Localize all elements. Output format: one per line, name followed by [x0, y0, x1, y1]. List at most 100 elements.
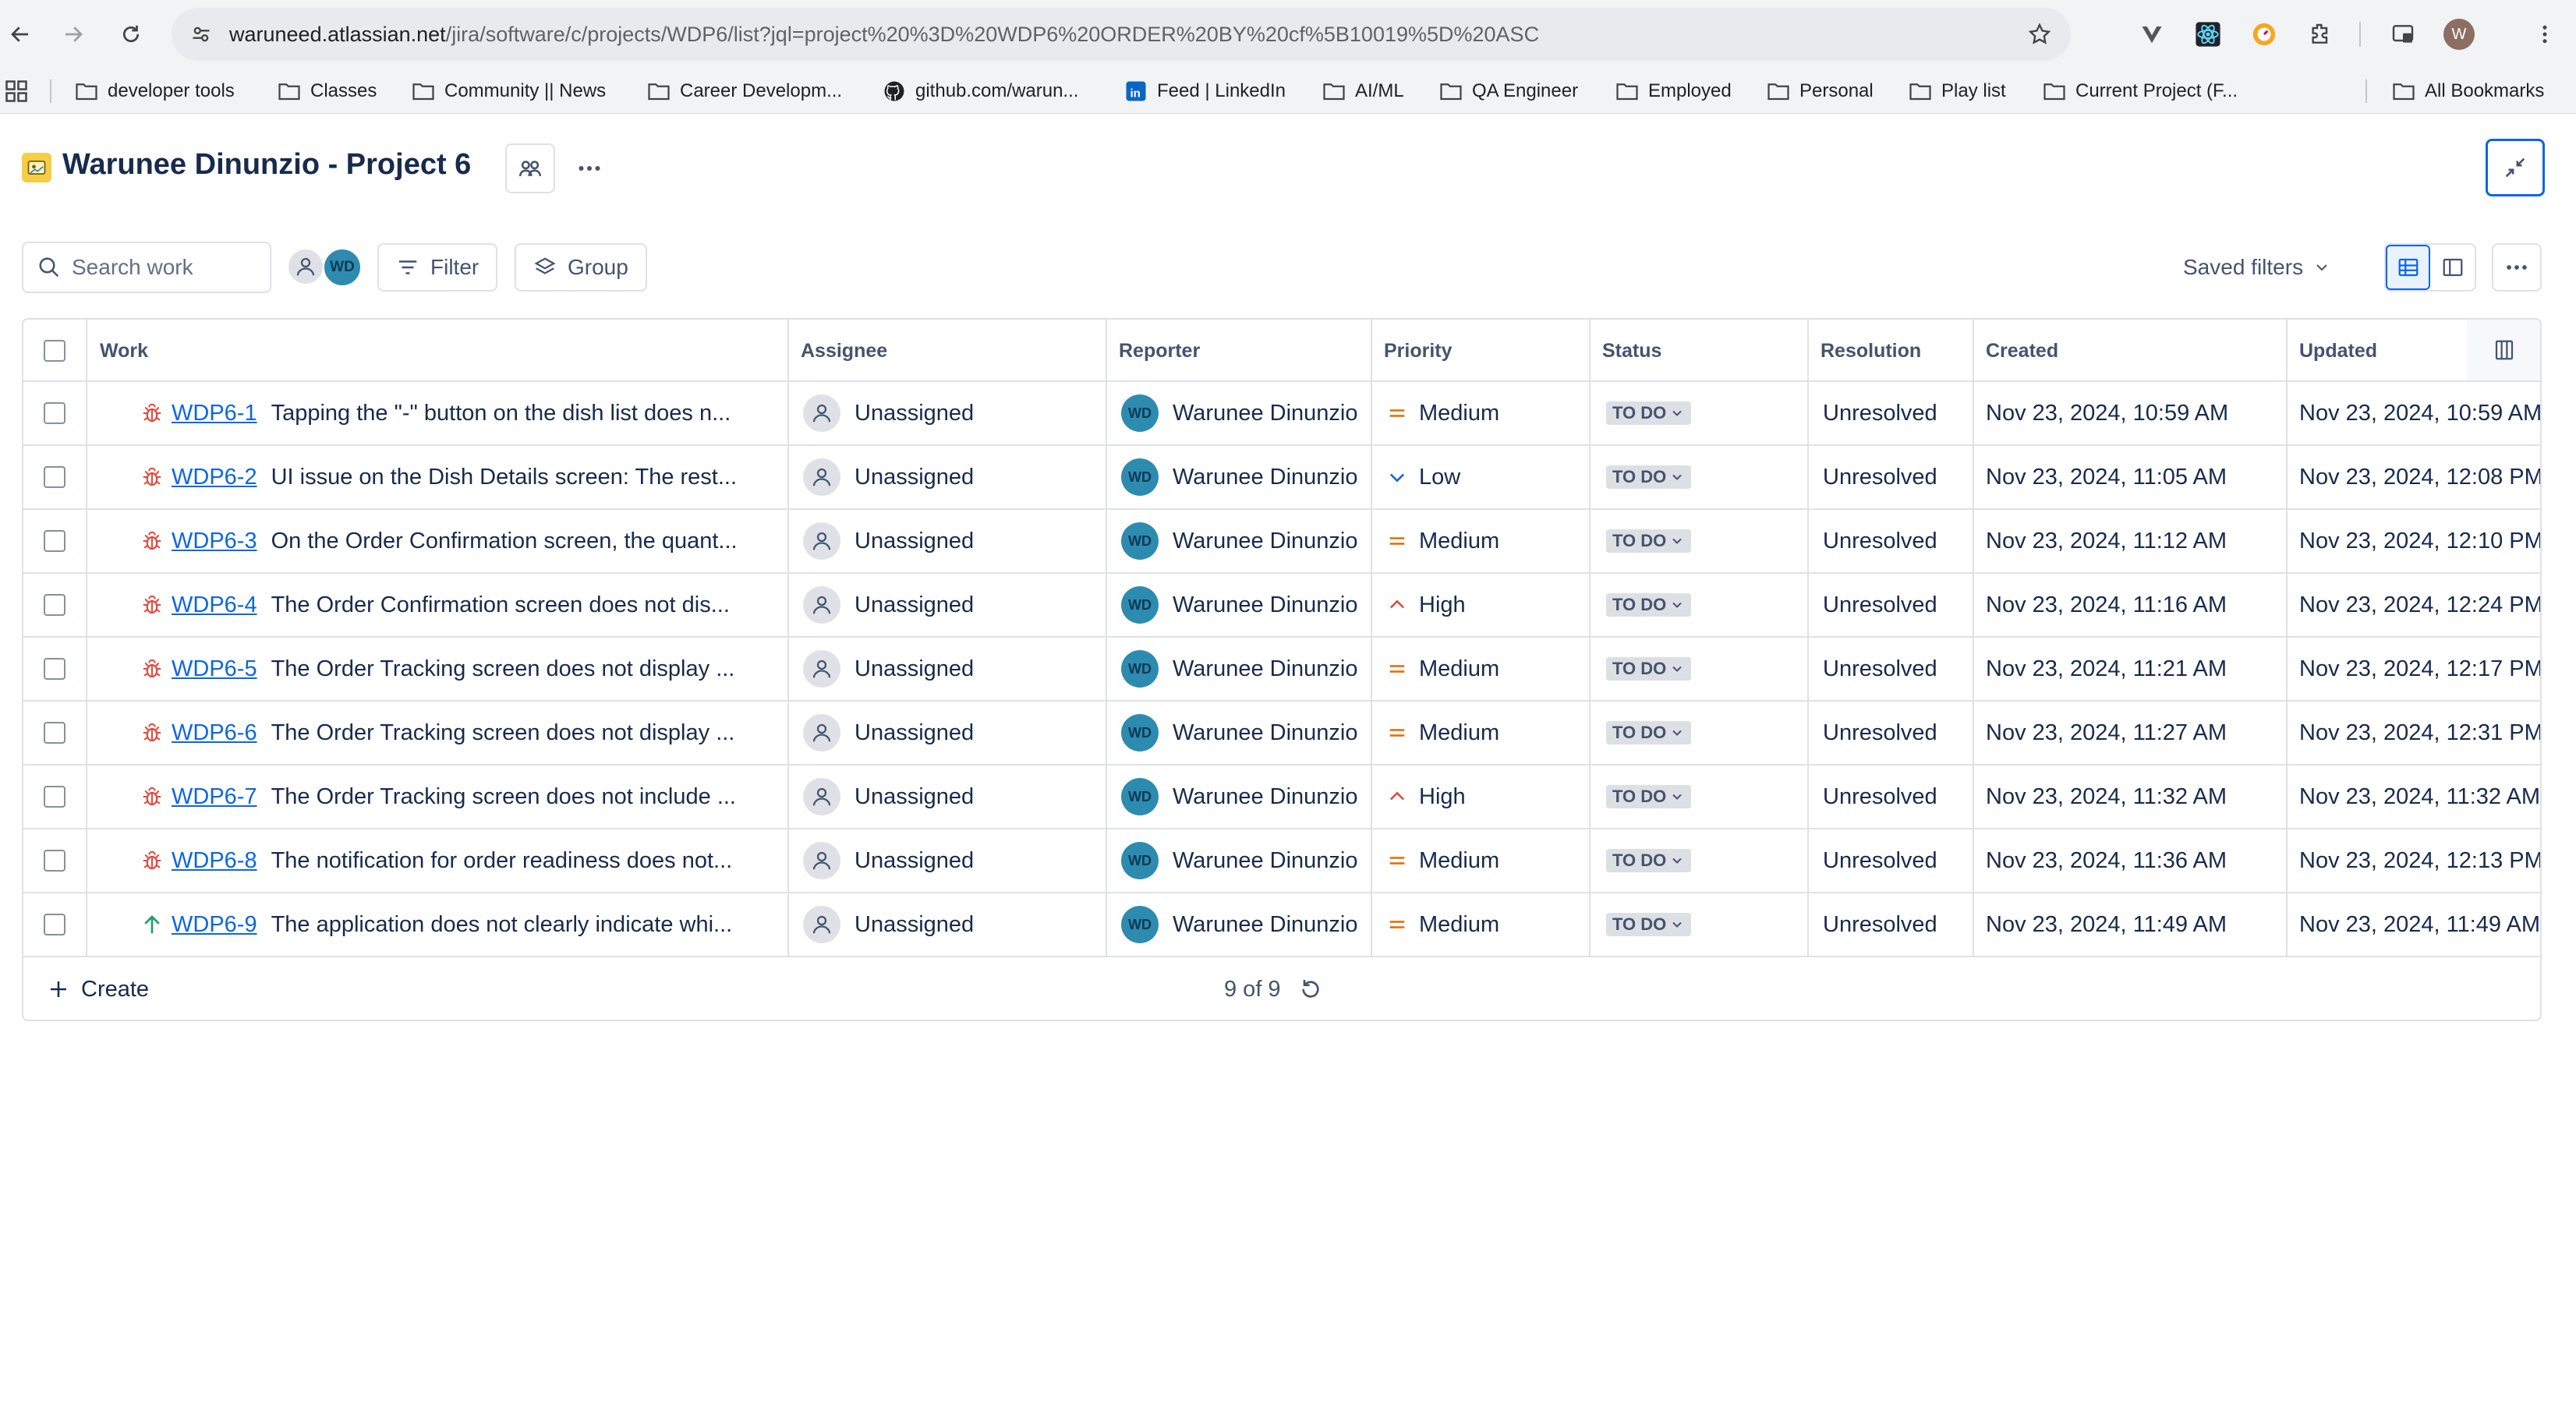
assignee-cell[interactable]: Unassigned — [803, 382, 1099, 444]
more-actions-button[interactable] — [564, 143, 614, 193]
status-dropdown[interactable]: TO DO — [1606, 721, 1692, 744]
row-checkbox[interactable] — [44, 850, 65, 872]
row-checkbox[interactable] — [44, 466, 65, 488]
bookmark-item[interactable]: Employed — [1615, 75, 1732, 108]
bookmark-item[interactable]: AI/ML — [1322, 75, 1404, 108]
issue-key-link[interactable]: WDP6-7 — [172, 784, 257, 810]
column-header-status[interactable]: Status — [1602, 320, 1661, 382]
detail-view-button[interactable] — [2430, 245, 2475, 290]
priority-cell[interactable]: Medium — [1386, 638, 1587, 700]
site-info-icon[interactable] — [186, 19, 217, 50]
status-dropdown[interactable]: TO DO — [1606, 657, 1692, 681]
extensions-puzzle-icon[interactable] — [2302, 16, 2339, 53]
bookmark-star-icon[interactable] — [2026, 20, 2054, 48]
issue-key-link[interactable]: WDP6-4 — [172, 592, 257, 618]
team-button[interactable] — [505, 143, 555, 193]
table-row[interactable]: WDP6-1 Tapping the "-" button on the dish… — [23, 382, 2540, 446]
reporter-cell[interactable]: WD Warunee Dinunzio — [1121, 510, 1369, 572]
bookmark-item[interactable]: github.com/warun... — [883, 75, 1078, 108]
issue-key-link[interactable]: WDP6-2 — [172, 465, 257, 490]
row-checkbox[interactable] — [44, 530, 65, 552]
unassigned-filter-avatar[interactable] — [287, 248, 324, 285]
bookmark-item[interactable]: Community || News — [412, 75, 606, 108]
issue-summary[interactable]: The Order Confirmation screen does not d… — [271, 592, 730, 618]
column-header-priority[interactable]: Priority — [1384, 320, 1453, 382]
table-row[interactable]: WDP6-8 The notification for order readine… — [23, 829, 2540, 893]
priority-cell[interactable]: Low — [1386, 446, 1587, 508]
table-row[interactable]: WDP6-3 On the Order Confirmation screen, … — [23, 510, 2540, 574]
priority-cell[interactable]: Medium — [1386, 893, 1587, 956]
column-picker-button[interactable] — [2467, 320, 2540, 380]
status-dropdown[interactable]: TO DO — [1606, 593, 1692, 617]
priority-cell[interactable]: Medium — [1386, 382, 1587, 444]
status-dropdown[interactable]: TO DO — [1606, 465, 1692, 489]
priority-cell[interactable]: Medium — [1386, 829, 1587, 892]
assignee-cell[interactable]: Unassigned — [803, 702, 1099, 764]
assignee-cell[interactable]: Unassigned — [803, 829, 1099, 892]
all-bookmarks-button[interactable]: All Bookmarks — [2392, 75, 2544, 108]
issue-summary[interactable]: UI issue on the Dish Details screen: The… — [271, 465, 737, 490]
profile-avatar[interactable]: W — [2440, 16, 2478, 53]
browser-menu-icon[interactable] — [2526, 16, 2564, 53]
table-row[interactable]: WDP6-6 The Order Tracking screen does not… — [23, 702, 2540, 766]
status-dropdown[interactable]: TO DO — [1606, 849, 1692, 872]
issue-key-link[interactable]: WDP6-1 — [172, 401, 257, 426]
address-bar[interactable]: waruneed.atlassian.net/jira/software/c/p… — [172, 8, 2071, 61]
bookmark-item[interactable]: Play list — [1909, 75, 2006, 108]
bookmark-item[interactable]: Personal — [1767, 75, 1874, 108]
bookmark-item[interactable]: Classes — [278, 75, 377, 108]
reporter-cell[interactable]: WD Warunee Dinunzio — [1121, 893, 1369, 956]
saved-filters-dropdown[interactable]: Saved filters — [2183, 243, 2331, 292]
reporter-cell[interactable]: WD Warunee Dinunzio — [1121, 702, 1369, 764]
issue-summary[interactable]: On the Order Confirmation screen, the qu… — [271, 529, 738, 554]
user-filter-avatar[interactable]: WD — [323, 248, 362, 287]
row-checkbox[interactable] — [44, 786, 65, 808]
bookmark-item[interactable]: QA Engineer — [1439, 75, 1578, 108]
table-row[interactable]: WDP6-4 The Order Confirmation screen does… — [23, 574, 2540, 638]
assignee-cell[interactable]: Unassigned — [803, 510, 1099, 572]
issue-key-link[interactable]: WDP6-6 — [172, 720, 257, 746]
column-header-assignee[interactable]: Assignee — [801, 320, 887, 382]
priority-cell[interactable]: High — [1386, 766, 1587, 828]
column-header-created[interactable]: Created — [1986, 320, 2058, 382]
view-more-button[interactable] — [2492, 243, 2542, 292]
reporter-cell[interactable]: WD Warunee Dinunzio — [1121, 766, 1369, 828]
assignee-cell[interactable]: Unassigned — [803, 638, 1099, 700]
issue-summary[interactable]: The Order Tracking screen does not displ… — [271, 656, 735, 682]
reload-icon[interactable] — [111, 14, 151, 55]
column-header-reporter[interactable]: Reporter — [1119, 320, 1200, 382]
assignee-cell[interactable]: Unassigned — [803, 766, 1099, 828]
column-header-updated[interactable]: Updated — [2299, 320, 2377, 382]
filter-button[interactable]: Filter — [377, 243, 498, 292]
priority-cell[interactable]: High — [1386, 574, 1587, 636]
row-checkbox[interactable] — [44, 914, 65, 935]
media-controls-icon[interactable] — [2384, 16, 2422, 53]
vue-devtools-icon[interactable] — [2133, 16, 2171, 53]
table-row[interactable]: WDP6-2 UI issue on the Dish Details scree… — [23, 446, 2540, 510]
row-checkbox[interactable] — [44, 402, 65, 424]
apps-grid-icon[interactable] — [5, 80, 28, 103]
reporter-cell[interactable]: WD Warunee Dinunzio — [1121, 829, 1369, 892]
bookmark-item[interactable]: developer tools — [75, 75, 235, 108]
issue-summary[interactable]: The application does not clearly indicat… — [271, 912, 733, 938]
reporter-cell[interactable]: WD Warunee Dinunzio — [1121, 446, 1369, 508]
assignee-cell[interactable]: Unassigned — [803, 574, 1099, 636]
search-input[interactable] — [72, 255, 259, 280]
issue-summary[interactable]: Tapping the "-" button on the dish list … — [271, 401, 731, 426]
table-row[interactable]: WDP6-9 The application does not clearly i… — [23, 893, 2540, 957]
bookmark-item[interactable]: Career Developm... — [647, 75, 842, 108]
issue-key-link[interactable]: WDP6-8 — [172, 848, 257, 874]
issue-key-link[interactable]: WDP6-5 — [172, 656, 257, 682]
bookmark-item[interactable]: in Feed | LinkedIn — [1124, 75, 1286, 108]
assignee-cell[interactable]: Unassigned — [803, 446, 1099, 508]
row-checkbox[interactable] — [44, 594, 65, 616]
issue-summary[interactable]: The Order Tracking screen does not inclu… — [271, 784, 736, 810]
priority-cell[interactable]: Medium — [1386, 702, 1587, 764]
column-header-resolution[interactable]: Resolution — [1821, 320, 1921, 382]
list-view-button[interactable] — [2386, 245, 2430, 290]
column-header-work[interactable]: Work — [100, 320, 148, 382]
forward-icon[interactable] — [53, 14, 94, 55]
issue-key-link[interactable]: WDP6-3 — [172, 529, 257, 554]
status-dropdown[interactable]: TO DO — [1606, 785, 1692, 808]
group-button[interactable]: Group — [515, 243, 647, 292]
